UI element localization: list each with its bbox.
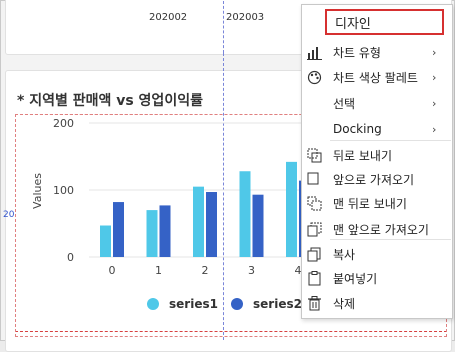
menu-item-6[interactable]: 앞으로 가져오기 [302, 167, 450, 191]
legend-item-series1[interactable]: series1 [147, 297, 218, 311]
trash-icon [307, 295, 322, 311]
y-axis-label: Values [31, 173, 44, 209]
menu-item-1[interactable]: 차트 유형 › [302, 40, 450, 64]
menu-item-label: 복사 [333, 247, 356, 262]
palette-icon [307, 70, 322, 85]
menu-separator [330, 140, 451, 141]
chevron-right-icon: › [432, 96, 437, 110]
paste-icon [307, 270, 322, 286]
y-tick-label: 0 [67, 251, 74, 264]
legend-dot [147, 298, 159, 310]
legend-item-series2[interactable]: series2 [231, 297, 302, 311]
legend-label: series2 [253, 297, 302, 311]
bar-series1 [239, 171, 251, 257]
copy-icon [307, 247, 322, 262]
bar-series2 [113, 202, 124, 257]
menu-item-9[interactable]: 복사 [302, 242, 450, 266]
bar-series1 [146, 210, 158, 257]
menu-item-11[interactable]: 삭제 [302, 291, 450, 315]
menu-item-2[interactable]: 차트 색상 팔레트 › [302, 65, 450, 89]
bar-series1 [193, 186, 204, 257]
bring-forward-icon [307, 172, 322, 187]
menu-item-8[interactable]: 맨 앞으로 가져오기 [302, 217, 450, 241]
x-tick-label: 2 [202, 264, 209, 277]
bar-series1 [286, 161, 297, 257]
legend-dot [231, 298, 243, 310]
bar-series1 [100, 225, 111, 257]
app-frame: 202002 202003 * 지역별 판매액 vs 영업이익률 20 Valu… [0, 0, 455, 352]
bar-series2 [206, 192, 217, 257]
x-tick-label: 0 [109, 264, 116, 277]
chevron-right-icon: › [432, 45, 437, 59]
bar-series2 [159, 205, 171, 257]
menu-item-label: 앞으로 가져오기 [333, 172, 415, 187]
menu-item-3[interactable]: 선택 › [302, 91, 450, 115]
send-to-back-icon [307, 196, 322, 211]
y-tick-label: 200 [53, 117, 74, 130]
x-tick-label: 3 [248, 264, 255, 277]
y-tick-label: 100 [53, 184, 74, 197]
menu-item-label: 맨 뒤로 보내기 [333, 196, 407, 211]
bar-chart-icon [307, 45, 322, 60]
menu-separator [330, 239, 451, 240]
menu-item-10[interactable]: 붙여넣기 [302, 266, 450, 290]
menu-item-label: 뒤로 보내기 [333, 148, 393, 163]
menu-item-label: Docking [333, 122, 382, 136]
bar-series2 [252, 194, 264, 257]
menu-item-label: 선택 [333, 96, 356, 111]
menu-item-7[interactable]: 맨 뒤로 보내기 [302, 191, 450, 215]
menu-item-label: 맨 앞으로 가져오기 [333, 222, 429, 237]
context-menu: 디자인 차트 유형 › 차트 색상 팔레트 › 선택 › Docking › 뒤로 보내기앞으로… [301, 4, 453, 319]
chevron-right-icon: › [432, 122, 437, 136]
menu-item-label: 삭제 [333, 296, 356, 311]
send-backward-icon [307, 148, 322, 163]
menu-item-4[interactable]: Docking › [302, 117, 450, 141]
menu-item-label: 붙여넣기 [333, 271, 378, 286]
legend-label: series1 [169, 297, 218, 311]
menu-item-5[interactable]: 뒤로 보내기 [302, 143, 450, 167]
bring-to-front-icon [307, 222, 322, 237]
menu-item-label: 차트 유형 [333, 45, 381, 60]
chevron-right-icon: › [432, 70, 437, 84]
x-tick-label: 1 [155, 264, 162, 277]
menu-item-label: 차트 색상 팔레트 [333, 70, 418, 85]
menu-item-design[interactable]: 디자인 [325, 9, 444, 35]
